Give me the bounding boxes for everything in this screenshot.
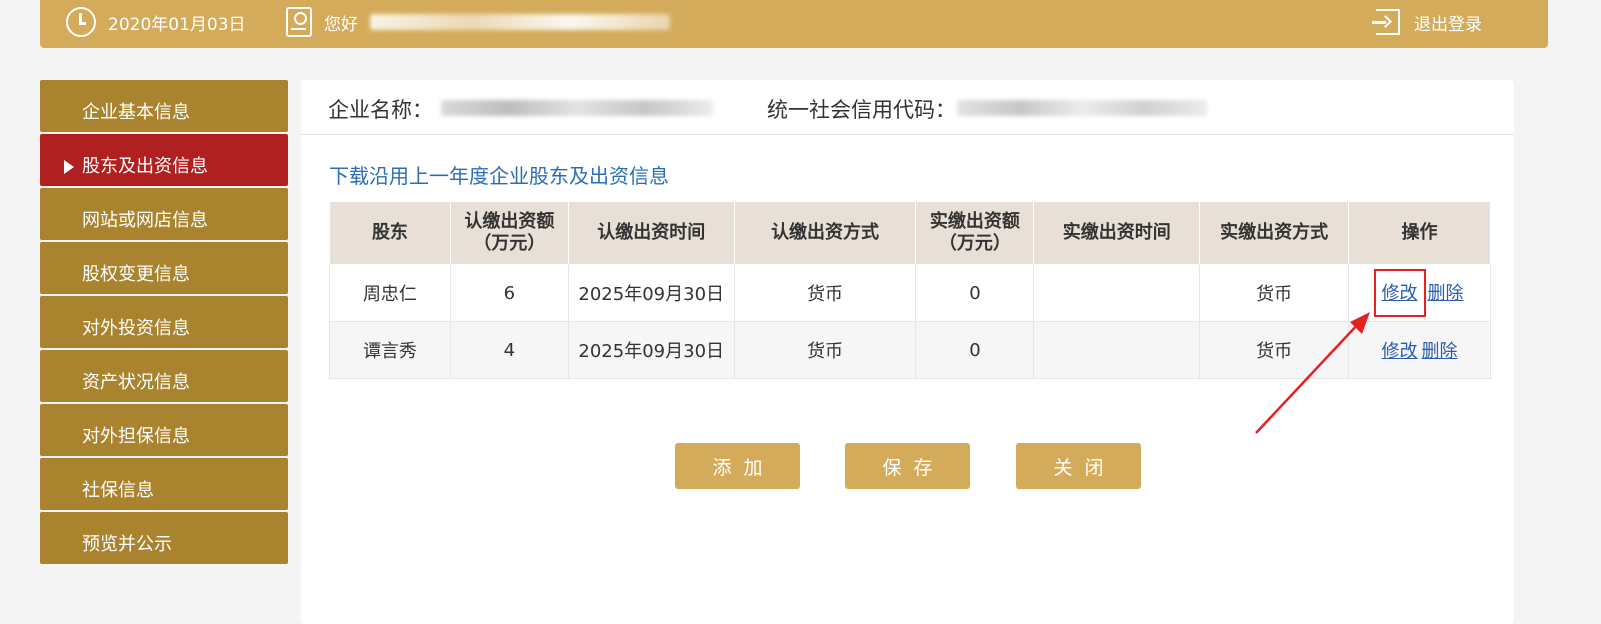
cell-subscribed-amount: 4 [449,321,569,379]
sidebar-item-label: 对外投资信息 [82,318,190,339]
sidebar-item-label: 资产状况信息 [82,372,190,393]
cell-paid-method: 货币 [1199,321,1350,379]
header-subscribed-method: 认缴出资方式 [733,201,917,265]
header-actions: 操作 [1348,201,1491,265]
sidebar-item-equity-change[interactable]: 股权变更信息 [40,242,288,294]
company-info-row: 企业名称： 统一社会信用代码： [301,80,1514,135]
sidebar-item-label: 股权变更信息 [82,264,190,285]
edit-link[interactable]: 修改 [1382,341,1418,362]
redacted-credit-code [957,100,1207,116]
sidebar-item-preview-publish[interactable]: 预览并公示 [40,512,288,564]
sidebar-item-label: 企业基本信息 [82,102,190,123]
sidebar-item-label: 对外担保信息 [82,426,190,447]
clock-icon [66,7,96,37]
cell-subscribed-time: 2025年09月30日 [567,264,735,322]
shareholder-table: 股东 认缴出资额（万元） 认缴出资时间 认缴出资方式 实缴出资额（万元） 实缴出… [329,201,1491,379]
cell-actions: 修改 删除 [1348,321,1491,379]
cell-paid-amount: 0 [915,321,1035,379]
logout-icon [1372,9,1400,35]
top-bar: 2020年01月03日 您好 退出登录 [40,0,1548,48]
logout-label: 退出登录 [1414,14,1482,35]
delete-link[interactable]: 删除 [1428,283,1464,304]
header-subscribed-time: 认缴出资时间 [567,201,735,265]
cell-shareholder: 谭言秀 [329,321,451,379]
download-previous-year-link[interactable]: 下载沿用上一年度企业股东及出资信息 [329,160,669,189]
delete-link[interactable]: 删除 [1422,341,1458,362]
sidebar-item-basic-info[interactable]: 企业基本信息 [40,80,288,132]
greeting-text: 您好 [324,14,358,35]
cell-paid-amount: 0 [915,264,1035,322]
cell-paid-time [1033,321,1201,379]
user-greeting: 您好 [286,0,670,44]
sidebar-item-social-security[interactable]: 社保信息 [40,458,288,510]
save-button[interactable]: 保存 [845,443,970,489]
close-button[interactable]: 关闭 [1016,443,1141,489]
redacted-username [370,14,670,30]
active-arrow-icon [64,160,74,174]
cell-paid-time [1033,264,1201,322]
sidebar-nav: 企业基本信息 股东及出资信息 网站或网店信息 股权变更信息 对外投资信息 资产状… [40,80,288,566]
table-header-row: 股东 认缴出资额（万元） 认缴出资时间 认缴出资方式 实缴出资额（万元） 实缴出… [329,201,1491,265]
sidebar-item-shareholders[interactable]: 股东及出资信息 [40,134,288,186]
sidebar-item-investment[interactable]: 对外投资信息 [40,296,288,348]
credit-code-label: 统一社会信用代码： [767,98,956,122]
sidebar-item-label: 网站或网店信息 [82,210,208,231]
header-paid-time: 实缴出资时间 [1033,201,1201,265]
header-paid-amount: 实缴出资额（万元） [915,201,1035,265]
cell-paid-method: 货币 [1199,264,1350,322]
edit-highlight-box: 修改 [1373,269,1426,317]
header-subscribed-amount: 认缴出资额（万元） [449,201,569,265]
sidebar-item-label: 股东及出资信息 [82,156,208,177]
main-panel: 企业名称： 统一社会信用代码： 下载沿用上一年度企业股东及出资信息 股东 认缴出… [301,80,1514,624]
user-card-icon [286,7,312,37]
company-name-label: 企业名称： [328,98,433,122]
cell-subscribed-method: 货币 [733,264,917,322]
sidebar-item-website[interactable]: 网站或网店信息 [40,188,288,240]
table-row: 周忠仁 6 2025年09月30日 货币 0 货币 修改 删除 [329,264,1491,322]
sidebar-item-label: 社保信息 [82,480,154,501]
header-shareholder: 股东 [329,201,451,265]
cell-actions: 修改 删除 [1348,264,1491,322]
sidebar-item-label: 预览并公示 [82,534,172,555]
sidebar-item-guarantee[interactable]: 对外担保信息 [40,404,288,456]
edit-link[interactable]: 修改 [1382,283,1418,304]
cell-subscribed-time: 2025年09月30日 [567,321,735,379]
cell-shareholder: 周忠仁 [329,264,451,322]
redacted-company-name [441,100,713,116]
cell-subscribed-amount: 6 [449,264,569,322]
current-date: 2020年01月03日 [108,14,246,35]
cell-subscribed-method: 货币 [733,321,917,379]
sidebar-item-assets[interactable]: 资产状况信息 [40,350,288,402]
logout-button[interactable]: 退出登录 [1372,0,1482,44]
date-display: 2020年01月03日 [66,0,246,44]
add-button[interactable]: 添加 [675,443,800,489]
table-row: 谭言秀 4 2025年09月30日 货币 0 货币 修改 删除 [329,321,1491,379]
header-paid-method: 实缴出资方式 [1199,201,1350,265]
